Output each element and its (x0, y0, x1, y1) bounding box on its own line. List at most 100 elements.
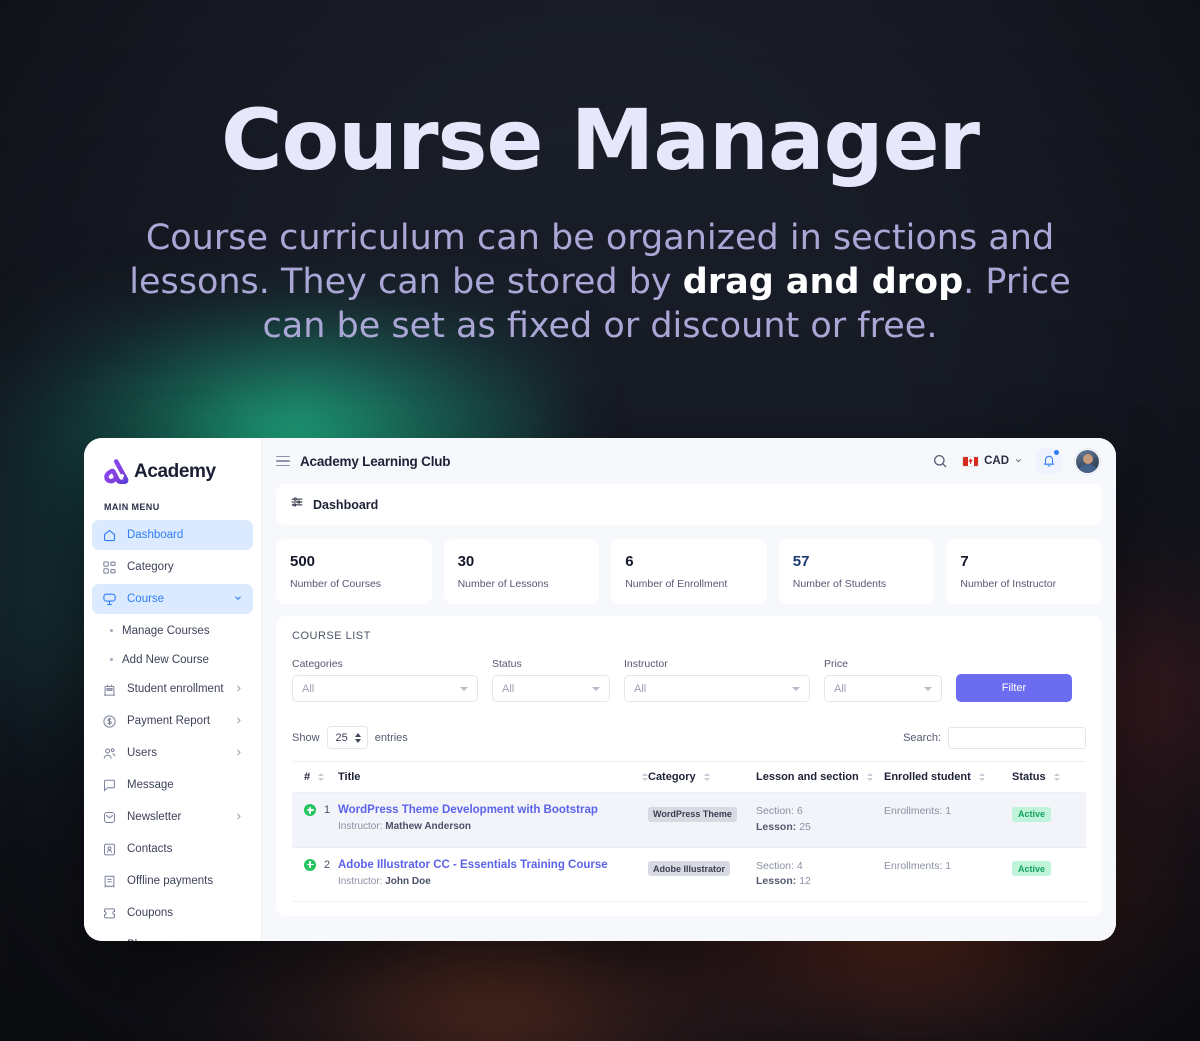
column-label: Category (648, 771, 696, 783)
add-circle-icon[interactable] (304, 858, 316, 871)
search-icon[interactable] (931, 452, 949, 470)
filter-button[interactable]: Filter (956, 674, 1072, 702)
bullet-icon (110, 629, 113, 632)
enrollments-label: Enrollments: (884, 805, 943, 817)
menu-toggle-icon[interactable] (276, 455, 290, 467)
sort-icon (1053, 773, 1060, 781)
academy-logo-icon (104, 459, 130, 485)
brand-logo[interactable]: Academy (84, 438, 261, 488)
instructor-label: Instructor: (338, 875, 383, 887)
cell-num: 1 (292, 792, 338, 848)
sidebar-item-label: Users (127, 747, 158, 759)
stat-label: Number of Students (792, 578, 887, 590)
cell-enrolled: Enrollments: 1 (884, 847, 1012, 902)
entries-stepper[interactable]: 25 (326, 726, 368, 749)
sidebar-item-offline-payments[interactable]: Offline payments (92, 866, 253, 896)
section-value: 4 (796, 859, 803, 872)
sidebar-subitem-manage-courses[interactable]: Manage Courses (92, 616, 253, 645)
stat-value: 7 (960, 553, 969, 570)
sidebar-item-label: Dashboard (127, 529, 184, 541)
chevron-down-icon (1014, 456, 1023, 467)
enrollments-value: 1 (945, 805, 952, 817)
search-input[interactable] (948, 726, 1086, 749)
workspace-title: Academy Learning Club (300, 453, 451, 469)
sidebar-item-student-enrollment[interactable]: Student enrollment (92, 674, 253, 704)
course-list-panel: COURSE LIST Categories All Status All In… (276, 616, 1102, 916)
column-label: Enrolled student (884, 771, 971, 783)
chat-icon (102, 778, 117, 793)
sort-icon (703, 773, 710, 781)
stat-label: Number of Lessons (457, 578, 549, 590)
table-search: Search: (903, 726, 1086, 749)
section-count: Section: 4 (756, 859, 884, 875)
sidebar-item-newsletter[interactable]: Newsletter (92, 802, 253, 832)
stepper-arrows-icon (354, 732, 361, 743)
sidebar-item-category[interactable]: Category (92, 552, 253, 582)
hero-subtitle-highlight: drag and drop (682, 262, 964, 302)
sidebar: Academy MAIN MENU Dashboard Category Cou… (84, 438, 262, 941)
sidebar-subitem-label: Manage Courses (122, 624, 210, 637)
sidebar-item-users[interactable]: Users (92, 738, 253, 768)
sidebar-item-message[interactable]: Message (92, 770, 253, 800)
column-label: Title (338, 771, 361, 783)
status-badge: Active (1012, 861, 1052, 876)
sidebar-subitem-label: Add New Course (122, 653, 209, 666)
add-circle-icon[interactable] (304, 804, 316, 816)
chevron-right-icon (234, 748, 243, 759)
column-header-lesson-section[interactable]: Lesson and section (756, 761, 884, 793)
show-prefix-label: Show (292, 731, 320, 744)
section-label: Section: (756, 805, 794, 817)
column-label: Status (1012, 771, 1046, 783)
sidebar-item-course[interactable]: Course (92, 584, 253, 614)
sidebar-item-contacts[interactable]: Contacts (92, 834, 253, 864)
column-label: # (304, 771, 311, 783)
column-header-status[interactable]: Status (1012, 761, 1086, 793)
sidebar-item-dashboard[interactable]: Dashboard (92, 520, 253, 550)
column-header-title[interactable]: Title (338, 761, 648, 793)
column-header-category[interactable]: Category (648, 761, 756, 793)
main-area: Academy Learning Club CAD Dashboard 500 … (262, 438, 1116, 941)
dollar-circle-icon (102, 714, 117, 729)
chevron-right-icon (234, 716, 243, 727)
cell-title: Adobe Illustrator CC - Essentials Traini… (338, 847, 648, 902)
chevron-right-icon (234, 812, 243, 823)
column-header-enrolled-student[interactable]: Enrolled student (884, 761, 1012, 793)
stat-value: 6 (625, 553, 634, 570)
sidebar-subitem-add-new-course[interactable]: Add New Course (92, 645, 253, 674)
filter-label: Price (824, 658, 848, 670)
course-instructor: Instructor: John Doe (338, 876, 648, 887)
status-select[interactable]: All (492, 675, 610, 702)
cell-lesson-section: Section: 4 Lesson: 12 (756, 847, 884, 902)
users-icon (102, 746, 117, 761)
table-row[interactable]: 1 WordPress Theme Development with Boots… (292, 792, 1086, 848)
sidebar-item-label: Newsletter (127, 811, 182, 823)
filter-label: Status (492, 658, 522, 670)
article-icon (102, 938, 117, 941)
cell-status: Active (1012, 792, 1086, 848)
cell-category: WordPress Theme (648, 792, 756, 848)
categories-select[interactable]: All (292, 675, 478, 702)
sidebar-item-coupons[interactable]: Coupons (92, 898, 253, 928)
stat-value: 30 (457, 553, 475, 570)
instructor-select[interactable]: All (624, 675, 810, 702)
avatar[interactable] (1075, 448, 1100, 474)
select-value: All (502, 682, 515, 695)
table-row[interactable]: 2 Adobe Illustrator CC - Essentials Trai… (292, 847, 1086, 902)
course-title-link[interactable]: WordPress Theme Development with Bootstr… (338, 804, 648, 816)
stat-card-enrollment: 6 Number of Enrollment (611, 539, 767, 604)
breadcrumb-label: Dashboard (313, 497, 379, 512)
chevron-down-icon (460, 686, 468, 691)
column-header-num[interactable]: # (292, 761, 338, 793)
topbar-actions: CAD (931, 448, 1100, 474)
price-select[interactable]: All (824, 675, 942, 702)
sidebar-item-label: Payment Report (127, 715, 211, 727)
stat-card-instructor: 7 Number of Instructor (946, 539, 1102, 604)
sidebar-item-blogs[interactable]: Blogs (92, 930, 253, 941)
notifications-button[interactable] (1036, 448, 1062, 474)
instructor-name: Mathew Anderson (385, 821, 471, 832)
category-badge: Adobe Illustrator (648, 861, 731, 876)
course-title-link[interactable]: Adobe Illustrator CC - Essentials Traini… (338, 859, 648, 871)
sidebar-item-payment-report[interactable]: Payment Report (92, 706, 253, 736)
stat-value: 500 (290, 553, 316, 570)
currency-selector[interactable]: CAD (962, 455, 1023, 467)
